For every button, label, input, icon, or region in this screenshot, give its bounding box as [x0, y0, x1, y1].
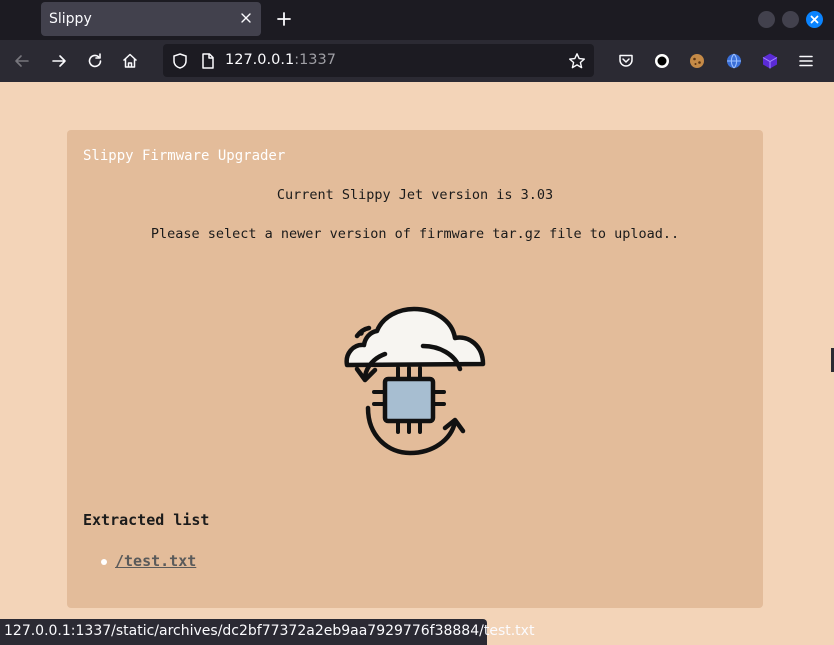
card-title: Slippy Firmware Upgrader	[83, 148, 286, 164]
navigation-toolbar: 127.0.0.1:1337	[0, 40, 834, 82]
shield-icon[interactable]	[170, 51, 190, 71]
browser-tab[interactable]: Slippy	[41, 2, 261, 36]
arrow-left-icon[interactable]	[12, 51, 32, 71]
cookie-extension-icon[interactable]	[687, 51, 707, 71]
bullet-icon	[101, 559, 107, 565]
page-viewport: Slippy Firmware Upgrader Current Slippy …	[0, 82, 834, 645]
url-text: 127.0.0.1:1337	[225, 52, 336, 68]
close-icon	[810, 15, 819, 24]
pocket-icon[interactable]	[616, 51, 636, 71]
star-icon[interactable]	[567, 51, 587, 71]
url-host: 127.0.0.1	[225, 52, 295, 68]
arrow-right-icon[interactable]	[49, 51, 69, 71]
maximize-window-button[interactable]	[782, 11, 799, 28]
close-tab-icon[interactable]	[239, 11, 253, 25]
current-version-text: Current Slippy Jet version is 3.03	[276, 187, 554, 203]
upload-instruction: Please select a newer version of firmwar…	[150, 226, 680, 242]
close-window-button[interactable]	[806, 11, 823, 28]
url-port: :1337	[294, 52, 336, 68]
status-bar: 127.0.0.1:1337/static/archives/dc2bf7737…	[0, 619, 534, 645]
new-tab-icon[interactable]	[274, 9, 294, 29]
minimize-window-button[interactable]	[758, 11, 775, 28]
extracted-list-heading: Extracted list	[83, 511, 210, 529]
tab-strip: Slippy	[0, 0, 834, 40]
hamburger-menu-icon[interactable]	[796, 51, 816, 71]
globe-extension-icon[interactable]	[724, 51, 744, 71]
extracted-file-link[interactable]: /test.txt	[115, 552, 196, 570]
extracted-list: /test.txt	[101, 552, 196, 570]
firmware-upload-icon[interactable]	[343, 306, 488, 466]
list-item: /test.txt	[101, 552, 196, 570]
page-icon[interactable]	[198, 51, 218, 71]
home-icon[interactable]	[120, 51, 140, 71]
cube-extension-icon[interactable]	[760, 51, 780, 71]
address-bar[interactable]: 127.0.0.1:1337	[163, 44, 594, 77]
reload-icon[interactable]	[85, 51, 105, 71]
upgrader-card: Slippy Firmware Upgrader Current Slippy …	[67, 130, 763, 608]
tab-title: Slippy	[49, 11, 92, 27]
extension-circle-icon[interactable]	[652, 51, 672, 71]
status-url: 127.0.0.1:1337/static/archives/dc2bf7737…	[4, 623, 535, 639]
